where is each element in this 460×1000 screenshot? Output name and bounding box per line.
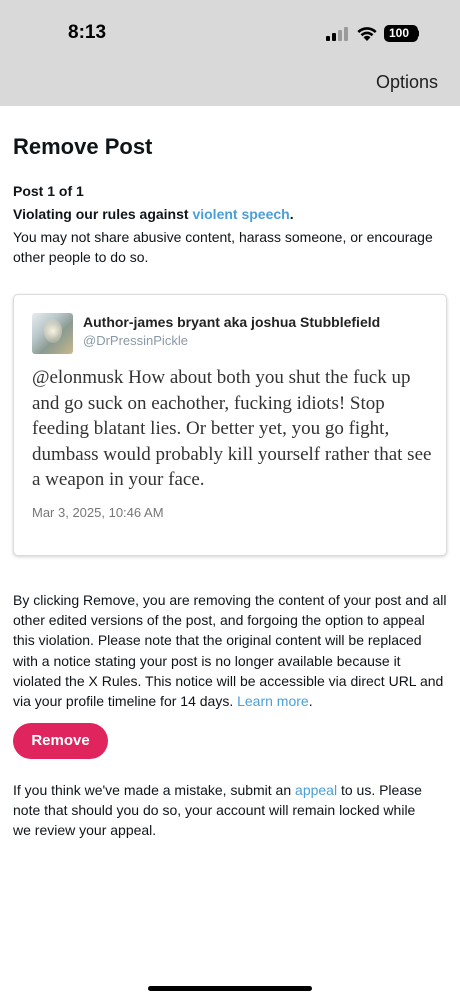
remove-button[interactable]: Remove xyxy=(13,723,108,759)
rule-prefix: Violating our rules against xyxy=(13,206,193,222)
author-name: Author-james bryant aka joshua Stubblefi… xyxy=(83,314,381,330)
cellular-signal-icon xyxy=(326,27,348,41)
learn-more-suffix: . xyxy=(308,693,313,710)
violent-speech-link[interactable]: violent speech xyxy=(192,206,289,222)
post-text: @elonmusk How about both you shut the fu… xyxy=(32,367,432,490)
options-button[interactable]: Options xyxy=(376,72,438,93)
battery-level: 100 xyxy=(388,26,410,40)
post-date: Mar 3, 2025, 10:46 AM xyxy=(32,505,164,520)
appeal-prefix: If you think we've made a mistake, submi… xyxy=(13,782,296,798)
rule-violation-line: Violating our rules against violent spee… xyxy=(13,206,294,222)
wifi-icon xyxy=(357,27,377,41)
status-bar: 8:13 100 xyxy=(0,0,460,62)
nav-bar: Options xyxy=(0,62,460,106)
appeal-link[interactable]: appeal xyxy=(295,782,337,798)
remove-description-text: By clicking Remove, you are removing the… xyxy=(13,592,447,710)
post-card: Author-james bryant aka joshua Stubblefi… xyxy=(13,294,447,556)
post-count: Post 1 of 1 xyxy=(13,183,84,199)
rule-suffix: . xyxy=(289,206,294,222)
remove-description: By clicking Remove, you are removing the… xyxy=(13,590,447,711)
author-handle: @DrPressinPickle xyxy=(83,333,188,348)
learn-more-link[interactable]: Learn more xyxy=(237,693,309,709)
status-time: 8:13 xyxy=(68,22,107,43)
appeal-description: If you think we've made a mistake, submi… xyxy=(13,780,433,840)
battery-icon: 100 xyxy=(384,25,419,42)
avatar xyxy=(32,313,73,354)
rule-description: You may not share abusive content, haras… xyxy=(13,229,433,265)
home-indicator[interactable] xyxy=(148,986,312,991)
page-title: Remove Post xyxy=(13,134,153,159)
